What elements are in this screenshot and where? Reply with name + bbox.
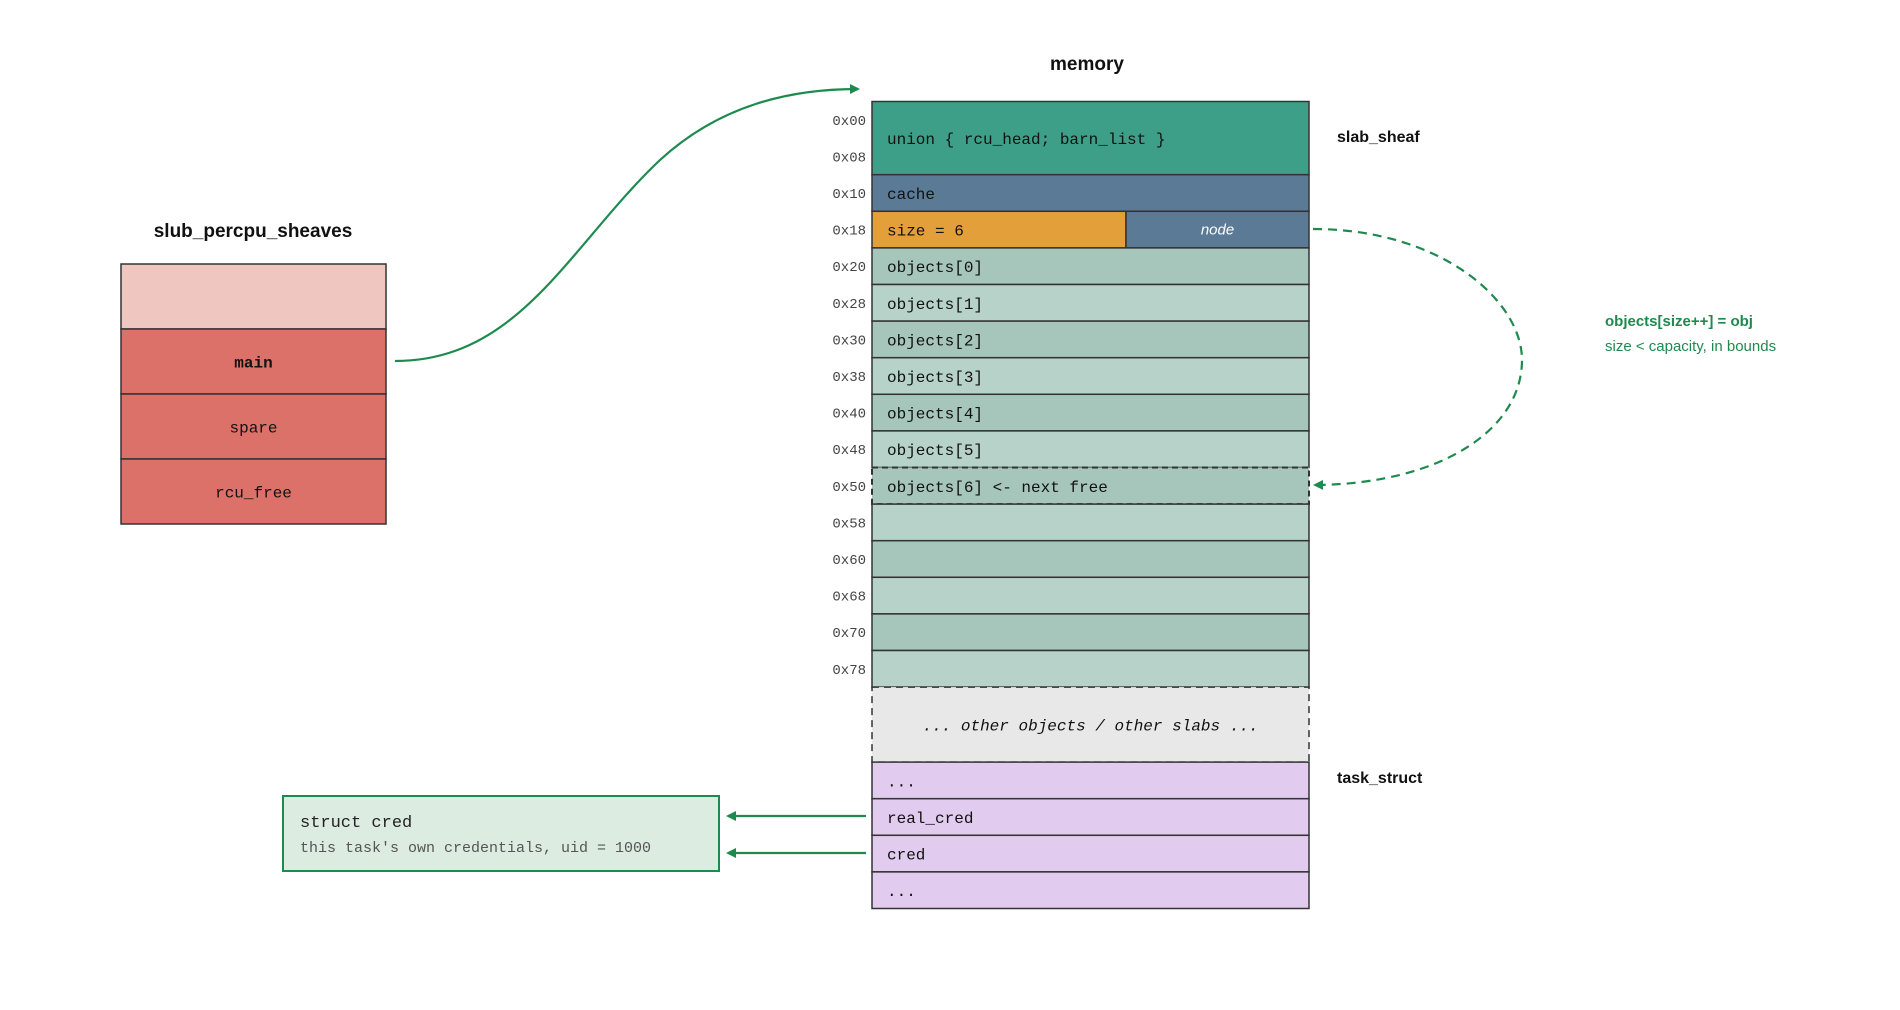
percpu-cell-label: rcu_free [215,485,292,503]
address-label: 0x30 [832,333,866,349]
object-slot [871,539,1310,579]
cred-title: struct cred [300,814,412,833]
cred-box [282,795,720,872]
address-label: 0x40 [832,407,866,423]
address-label: 0x08 [832,150,866,166]
address-label: 0x10 [832,187,866,203]
task-struct-field-text: ... [887,883,916,901]
percpu-sheaves-box: main spare rcu_free [120,263,387,525]
main-to-sheaf-arrow [394,84,860,363]
task-struct-field-text: real_cred [887,810,973,828]
other-objects-text: ... other objects / other slabs ... [922,718,1258,736]
object-slot-text: objects[3] [887,369,983,387]
address-label: 0x20 [832,260,866,276]
cache-cell [871,173,1310,213]
object-slot-text: objects[4] [887,406,983,424]
address-label: 0x60 [832,553,866,569]
address-label: 0x38 [832,370,866,386]
address-label: 0x70 [832,626,866,642]
task-struct-field-text: cred [887,847,925,865]
size-text: size = 6 [887,223,964,241]
memory-title: memory [1050,54,1124,75]
note-line2: size < capacity, in bounds [1605,338,1776,355]
task-struct-label: task_struct [1337,770,1423,787]
address-label: 0x58 [832,516,866,532]
task-struct-field [871,761,1310,800]
cache-text: cache [887,186,935,204]
address-label: 0x28 [832,297,866,313]
object-slot [871,503,1310,542]
object-slot-text: objects[0] [887,259,983,277]
task-struct-field [871,834,1310,873]
percpu-title: slub_percpu_sheaves [154,221,353,242]
note-line1: objects[size++] = obj [1605,313,1753,330]
node-text: node [1201,222,1234,239]
size-to-next-free-arrow [1312,227,1524,490]
address-label: 0x48 [832,443,866,459]
object-slot [871,576,1310,615]
object-slot-text: objects[5] [887,442,983,460]
sheaf-header-text: union { rcu_head; barn_list } [887,131,1165,149]
object-slot [871,613,1310,652]
task-struct-field [871,871,1310,910]
diagram-canvas: memory 0x00 0x08 union { rcu_head; barn_li… [120,54,1776,910]
percpu-cell-label: spare [229,420,277,438]
address-label: 0x00 [832,114,866,130]
object-slot-text: objects[2] [887,332,983,350]
cred-subtitle: this task's own credentials, uid = 1000 [300,840,651,857]
address-label: 0x18 [832,224,866,240]
object-slot-text: objects[6] <- next free [887,479,1108,497]
address-label: 0x78 [832,663,866,679]
address-label: 0x68 [832,590,866,606]
object-slot-text: objects[1] [887,296,983,314]
percpu-empty-cell [120,263,387,330]
address-label: 0x50 [832,480,866,496]
task-struct-field-text: ... [887,773,916,791]
memory-layout: 0x00 0x08 union { rcu_head; barn_list } 0x1… [832,100,1310,910]
object-slot [871,649,1310,688]
slab-sheaf-label: slab_sheaf [1337,129,1420,146]
percpu-cell-label: main [234,355,272,373]
